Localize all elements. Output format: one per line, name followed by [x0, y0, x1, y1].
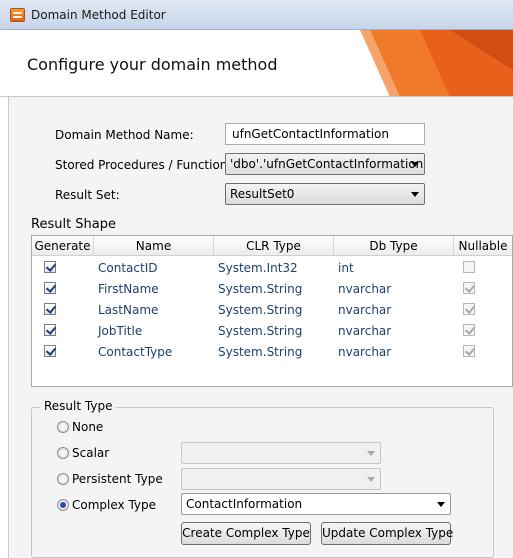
- radio-persistent-type-label[interactable]: Persistent Type: [72, 472, 163, 486]
- row-clr-type: System.String: [218, 282, 303, 296]
- radio-complex-type-label[interactable]: Complex Type: [72, 498, 156, 512]
- nullable-checkbox: [463, 261, 475, 273]
- update-complex-type-button[interactable]: Update Complex Type: [321, 522, 453, 545]
- complex-type-dropdown[interactable]: ContactInformation: [181, 493, 451, 515]
- row-db-type: nvarchar: [338, 345, 392, 359]
- chevron-down-icon: [437, 502, 445, 507]
- header-banner: Configure your domain method: [0, 30, 513, 97]
- chevron-down-icon: [411, 192, 419, 197]
- result-type-title: Result Type: [40, 399, 117, 413]
- result-set-label: Result Set:: [55, 188, 120, 202]
- result-shape-grid[interactable]: Generate Name CLR Type Db Type Nullable …: [31, 235, 513, 387]
- radio-none[interactable]: [57, 421, 69, 433]
- stored-procedure-value: 'dbo'.'ufnGetContactInformation': [230, 157, 425, 171]
- nullable-checkbox: [463, 324, 475, 336]
- generate-checkbox[interactable]: [44, 282, 56, 294]
- generate-checkbox[interactable]: [44, 324, 56, 336]
- domain-method-app-icon: [10, 8, 25, 22]
- row-name: ContactID: [98, 261, 158, 275]
- generate-checkbox[interactable]: [44, 345, 56, 357]
- complex-type-value: ContactInformation: [186, 497, 303, 511]
- persistent-type-dropdown[interactable]: [181, 468, 381, 490]
- column-header-db-type[interactable]: Db Type: [334, 236, 454, 256]
- row-name: FirstName: [98, 282, 159, 296]
- result-set-value: ResultSet0: [230, 187, 295, 201]
- row-db-type: nvarchar: [338, 324, 392, 338]
- radio-none-label[interactable]: None: [72, 420, 103, 434]
- column-header-clr-type[interactable]: CLR Type: [214, 236, 334, 256]
- generate-checkbox[interactable]: [44, 261, 56, 273]
- method-name-input[interactable]: ufnGetContactInformation: [225, 123, 425, 145]
- row-clr-type: System.String: [218, 324, 303, 338]
- row-db-type: nvarchar: [338, 303, 392, 317]
- row-clr-type: System.String: [218, 303, 303, 317]
- result-shape-title: Result Shape: [31, 217, 117, 232]
- header-accent-graphic: [360, 30, 513, 96]
- column-header-generate[interactable]: Generate: [32, 236, 94, 256]
- nullable-checkbox: [463, 345, 475, 357]
- result-set-dropdown[interactable]: ResultSet0: [225, 183, 425, 205]
- row-clr-type: System.Int32: [218, 261, 298, 275]
- generate-checkbox[interactable]: [44, 303, 56, 315]
- scalar-type-dropdown[interactable]: [181, 442, 381, 464]
- row-name: JobTitle: [98, 324, 143, 338]
- column-header-nullable[interactable]: Nullable: [454, 236, 512, 256]
- title-bar: Domain Method Editor: [0, 0, 513, 30]
- radio-persistent-type[interactable]: [57, 473, 69, 485]
- stored-procedure-label: Stored Procedures / Functions: [55, 158, 234, 172]
- nullable-checkbox: [463, 282, 475, 294]
- chevron-down-icon: [411, 162, 419, 167]
- row-db-type: nvarchar: [338, 282, 392, 296]
- stored-procedure-dropdown[interactable]: 'dbo'.'ufnGetContactInformation': [225, 153, 425, 175]
- nullable-checkbox: [463, 303, 475, 315]
- radio-scalar[interactable]: [57, 447, 69, 459]
- row-clr-type: System.String: [218, 345, 303, 359]
- create-complex-type-button[interactable]: Create Complex Type: [181, 522, 311, 545]
- radio-scalar-label[interactable]: Scalar: [72, 446, 109, 460]
- window-title: Domain Method Editor: [31, 8, 166, 22]
- row-name: LastName: [98, 303, 159, 317]
- page-title: Configure your domain method: [27, 55, 278, 74]
- chevron-down-icon: [367, 477, 375, 482]
- radio-complex-type[interactable]: [57, 499, 69, 511]
- column-header-name[interactable]: Name: [94, 236, 214, 256]
- row-name: ContactType: [98, 345, 173, 359]
- method-name-label: Domain Method Name:: [55, 128, 194, 142]
- row-db-type: int: [338, 261, 354, 275]
- chevron-down-icon: [367, 451, 375, 456]
